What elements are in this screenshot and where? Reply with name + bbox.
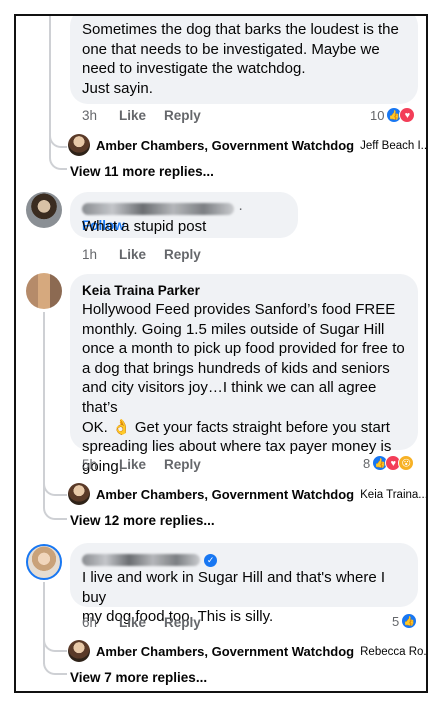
- reply-author: Amber Chambers, Government Watchdog: [96, 644, 355, 659]
- reply-preview[interactable]: Amber Chambers, Government Watchdog Keia…: [96, 487, 428, 502]
- comment-time[interactable]: 3h: [82, 108, 97, 123]
- reply-author: Amber Chambers, Government Watchdog: [96, 138, 355, 153]
- comment-time[interactable]: 1h: [82, 247, 97, 262]
- comment-text: Sometimes the dog that barks the loudest…: [82, 21, 399, 97]
- reaction-summary[interactable]: 5 👍: [392, 613, 418, 629]
- more-connector: [49, 154, 67, 170]
- reply-avatar[interactable]: [68, 483, 90, 505]
- view-more-replies[interactable]: View 12 more replies...: [70, 513, 215, 528]
- reply-avatar[interactable]: [68, 134, 90, 156]
- comment-bubble: Sometimes the dog that barks the loudest…: [70, 16, 418, 104]
- view-more-replies[interactable]: View 7 more replies...: [70, 670, 207, 685]
- comment-actions: 6h Like Reply: [82, 615, 219, 630]
- thread-line: [43, 582, 45, 664]
- view-more-replies[interactable]: View 11 more replies...: [70, 164, 214, 179]
- redacted-author-name: [82, 203, 234, 216]
- comment-actions: 1h Like Reply: [82, 247, 219, 262]
- like-button[interactable]: Like: [119, 247, 146, 262]
- reply-snippet: Jeff Beach I...: [360, 139, 428, 152]
- comments-panel: Sometimes the dog that barks the loudest…: [14, 14, 428, 693]
- redacted-author-name: [82, 554, 200, 567]
- like-button[interactable]: Like: [119, 457, 146, 472]
- wow-reaction-icon: 😮: [398, 455, 415, 471]
- reply-avatar[interactable]: [68, 640, 90, 662]
- reply-button[interactable]: Reply: [164, 247, 201, 262]
- comment-text: Hollywood Feed provides Sanford’s food F…: [82, 301, 405, 475]
- comment-bubble: ✓ I live and work in Sugar Hill and that…: [70, 543, 418, 625]
- comment-bubble: · Follow What a stupid post: [70, 192, 298, 238]
- commenter-avatar[interactable]: [26, 273, 62, 309]
- comment-actions: 5h Like Reply: [82, 457, 219, 472]
- reaction-count: 8: [363, 455, 371, 471]
- comment-actions: 3h Like Reply: [82, 108, 219, 123]
- reaction-summary[interactable]: 10 👍 ♥: [370, 107, 416, 123]
- reaction-count: 10: [370, 107, 385, 123]
- like-button[interactable]: Like: [119, 615, 146, 630]
- comment-time[interactable]: 6h: [82, 615, 97, 630]
- verified-badge-icon: ✓: [204, 553, 218, 567]
- reply-button[interactable]: Reply: [164, 108, 201, 123]
- more-connector: [43, 658, 67, 675]
- reply-button[interactable]: Reply: [164, 457, 201, 472]
- love-reaction-icon: ♥: [399, 107, 416, 123]
- comment-author[interactable]: Keia Traina Parker: [82, 282, 406, 300]
- comment-bubble: Keia Traina Parker Hollywood Feed provid…: [70, 274, 418, 475]
- comment-text: What a stupid post: [82, 218, 207, 235]
- commenter-avatar[interactable]: [26, 192, 62, 228]
- reply-connector: [43, 476, 67, 496]
- reaction-summary[interactable]: 8 👍 ♥ 😮: [363, 455, 415, 471]
- more-connector: [43, 502, 67, 520]
- reply-button[interactable]: Reply: [164, 615, 201, 630]
- reply-author: Amber Chambers, Government Watchdog: [96, 487, 355, 502]
- like-button[interactable]: Like: [119, 108, 146, 123]
- reply-snippet: Keia Traina...: [360, 488, 428, 501]
- commenter-avatar[interactable]: [26, 544, 62, 580]
- comment-time[interactable]: 5h: [82, 457, 97, 472]
- like-reaction-icon: 👍: [401, 613, 418, 629]
- reply-connector: [43, 634, 67, 652]
- reply-snippet: Rebecca Ro...: [360, 645, 428, 658]
- reply-preview[interactable]: Amber Chambers, Government Watchdog Jeff…: [96, 138, 428, 153]
- reply-connector: [49, 128, 67, 148]
- reaction-count: 5: [392, 613, 400, 629]
- reply-preview[interactable]: Amber Chambers, Government Watchdog Rebe…: [96, 644, 428, 659]
